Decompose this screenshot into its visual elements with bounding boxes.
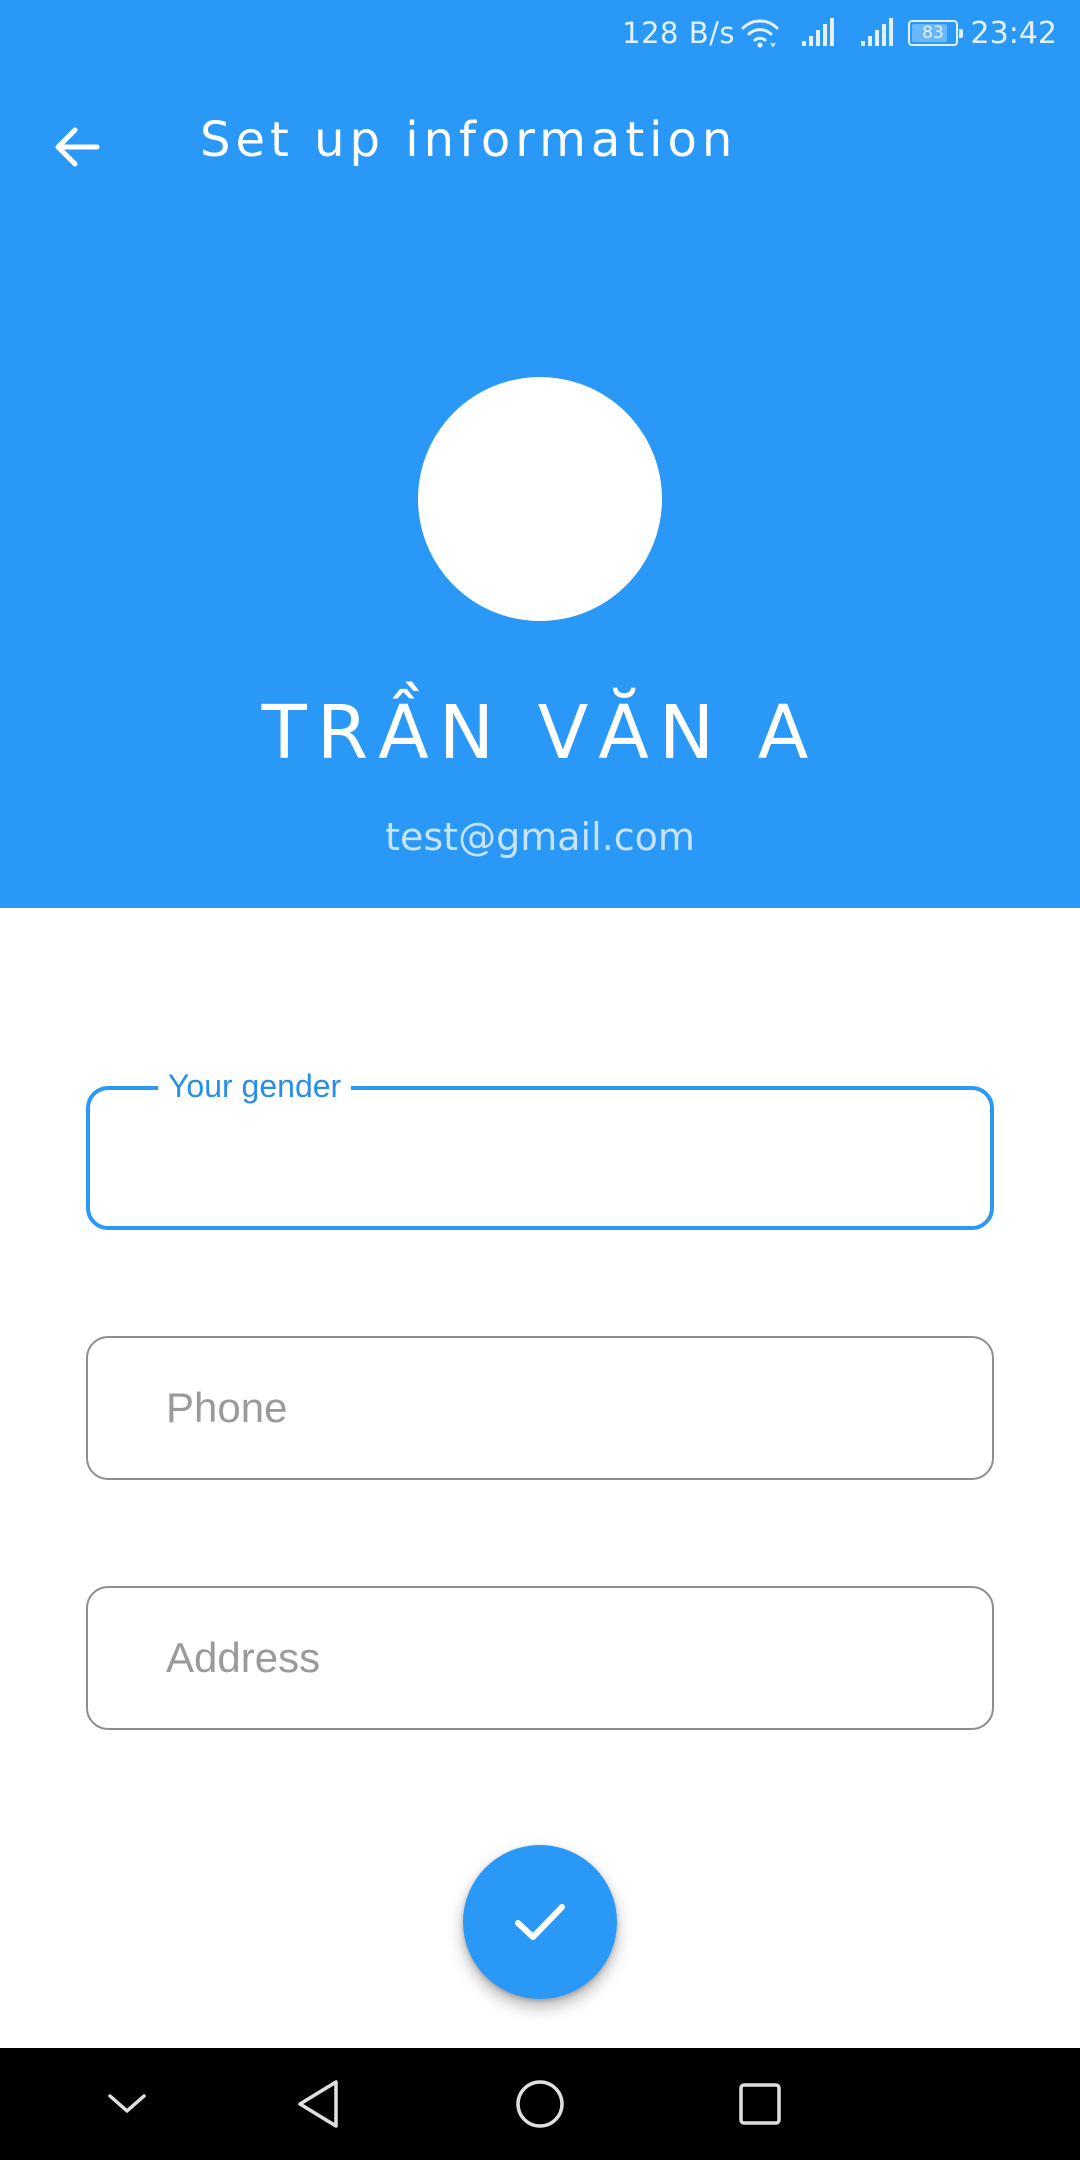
- status-time: 23:42: [970, 16, 1057, 51]
- nav-back-button[interactable]: [283, 2068, 355, 2140]
- status-bar: 128 B/s 83 23:42: [0, 0, 1080, 68]
- home-circle-icon: [516, 2080, 564, 2128]
- system-navigation-bar: [0, 2048, 1080, 2160]
- gender-input[interactable]: [90, 1090, 990, 1226]
- battery-icon: 83: [908, 20, 963, 46]
- gender-label: Your gender: [158, 1066, 352, 1106]
- nav-hide-button[interactable]: [91, 2068, 163, 2140]
- setup-information-screen: 128 B/s 83 23:42 Set up information TRẦN…: [0, 0, 1080, 2160]
- avatar[interactable]: [418, 377, 662, 621]
- nav-recents-button[interactable]: [724, 2068, 796, 2140]
- chevron-down-icon: [108, 2094, 146, 2113]
- arrow-left-icon: [55, 127, 100, 167]
- page-title: Set up information: [200, 112, 738, 168]
- phone-field[interactable]: [86, 1336, 994, 1480]
- address-input[interactable]: [88, 1588, 992, 1728]
- signal-strength-icon: [861, 18, 893, 46]
- recents-square-icon: [739, 2083, 781, 2125]
- network-speed: 128 B/s: [622, 16, 735, 50]
- phone-input[interactable]: [88, 1338, 992, 1478]
- check-icon: [515, 1904, 565, 1940]
- address-field[interactable]: [86, 1586, 994, 1730]
- signal-strength-icon: [802, 18, 834, 46]
- back-triangle-icon: [298, 2080, 338, 2128]
- user-name: TRẦN VĂN A: [261, 690, 819, 776]
- wifi-icon: [741, 19, 779, 48]
- battery-level: 83: [922, 23, 944, 43]
- user-email: test@gmail.com: [385, 815, 695, 859]
- profile-header: 128 B/s 83 23:42 Set up information TRẦN…: [0, 0, 1080, 908]
- confirm-button[interactable]: [463, 1845, 617, 1999]
- back-button[interactable]: [40, 110, 114, 184]
- gender-field[interactable]: Your gender: [86, 1066, 994, 1230]
- nav-home-button[interactable]: [504, 2068, 576, 2140]
